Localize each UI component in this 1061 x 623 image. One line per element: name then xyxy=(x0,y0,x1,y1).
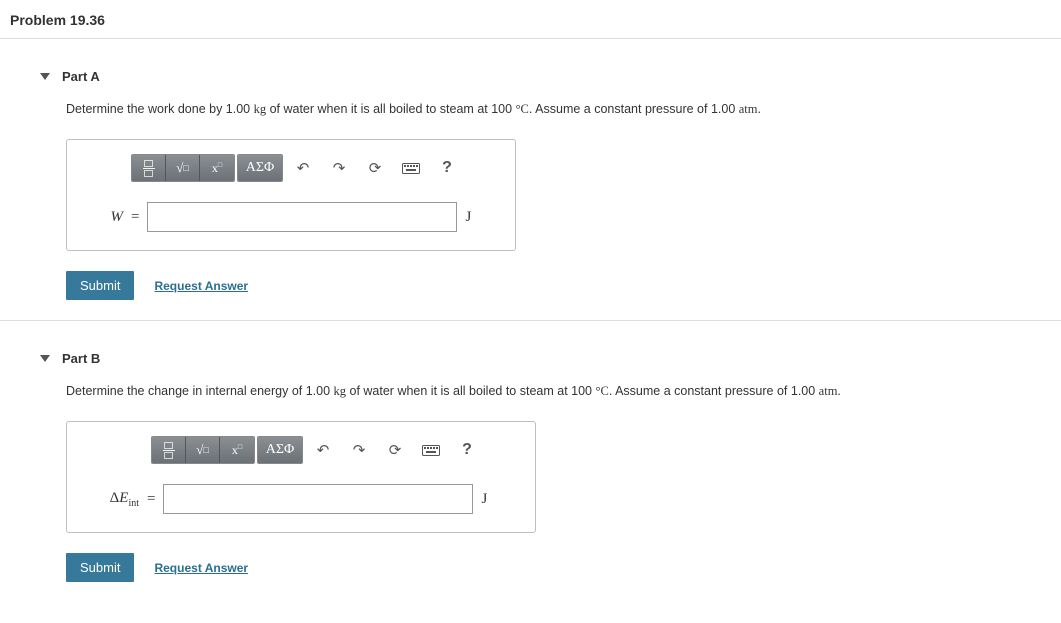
chevron-down-icon[interactable] xyxy=(40,355,50,362)
keyboard-button[interactable] xyxy=(396,155,426,181)
request-answer-link[interactable]: Request Answer xyxy=(154,279,248,293)
greek-button[interactable]: ΑΣΦ xyxy=(238,155,282,181)
fraction-button[interactable] xyxy=(132,155,166,181)
part-b: Part B Determine the change in internal … xyxy=(0,321,1061,602)
reset-button[interactable]: ⟳ xyxy=(380,437,410,463)
keyboard-button[interactable] xyxy=(416,437,446,463)
submit-button[interactable]: Submit xyxy=(66,553,134,582)
help-button[interactable]: ? xyxy=(432,155,462,181)
answer-box-b: √ ΑΣΦ ↶ ↷ ⟳ ? ΔΔEEint xyxy=(66,421,536,533)
equals-sign: = xyxy=(147,491,155,508)
unit-label: J xyxy=(465,209,471,226)
part-a: Part A Determine the work done by 1.00 k… xyxy=(0,39,1061,320)
variable-label: W xyxy=(83,209,123,226)
chevron-down-icon[interactable] xyxy=(40,73,50,80)
equation-toolbar: √ ΑΣΦ ↶ ↷ ⟳ ? xyxy=(151,436,519,464)
root-button[interactable]: √ xyxy=(166,155,200,181)
part-a-prompt: Determine the work done by 1.00 kg of wa… xyxy=(66,102,1061,117)
help-button[interactable]: ? xyxy=(452,437,482,463)
fraction-button[interactable] xyxy=(152,437,186,463)
variable-label: ΔΔEEint xyxy=(83,490,139,509)
redo-button[interactable]: ↷ xyxy=(324,155,354,181)
undo-button[interactable]: ↶ xyxy=(288,155,318,181)
superscript-button[interactable] xyxy=(200,155,234,181)
equals-sign: = xyxy=(131,209,139,226)
reset-button[interactable]: ⟳ xyxy=(360,155,390,181)
equation-toolbar: √ ΑΣΦ ↶ ↷ ⟳ ? xyxy=(131,154,499,182)
answer-input-b[interactable] xyxy=(163,484,473,514)
part-b-prompt: Determine the change in internal energy … xyxy=(66,384,1061,399)
greek-button[interactable]: ΑΣΦ xyxy=(258,437,302,463)
request-answer-link[interactable]: Request Answer xyxy=(154,561,248,575)
answer-input-a[interactable] xyxy=(147,202,457,232)
redo-button[interactable]: ↷ xyxy=(344,437,374,463)
root-button[interactable]: √ xyxy=(186,437,220,463)
superscript-button[interactable] xyxy=(220,437,254,463)
submit-button[interactable]: Submit xyxy=(66,271,134,300)
unit-label: J xyxy=(481,491,487,508)
part-b-label: Part B xyxy=(62,351,100,366)
undo-button[interactable]: ↶ xyxy=(308,437,338,463)
part-a-label: Part A xyxy=(62,69,100,84)
problem-title: Problem 19.36 xyxy=(0,0,1061,38)
answer-box-a: √ ΑΣΦ ↶ ↷ ⟳ ? W = xyxy=(66,139,516,251)
